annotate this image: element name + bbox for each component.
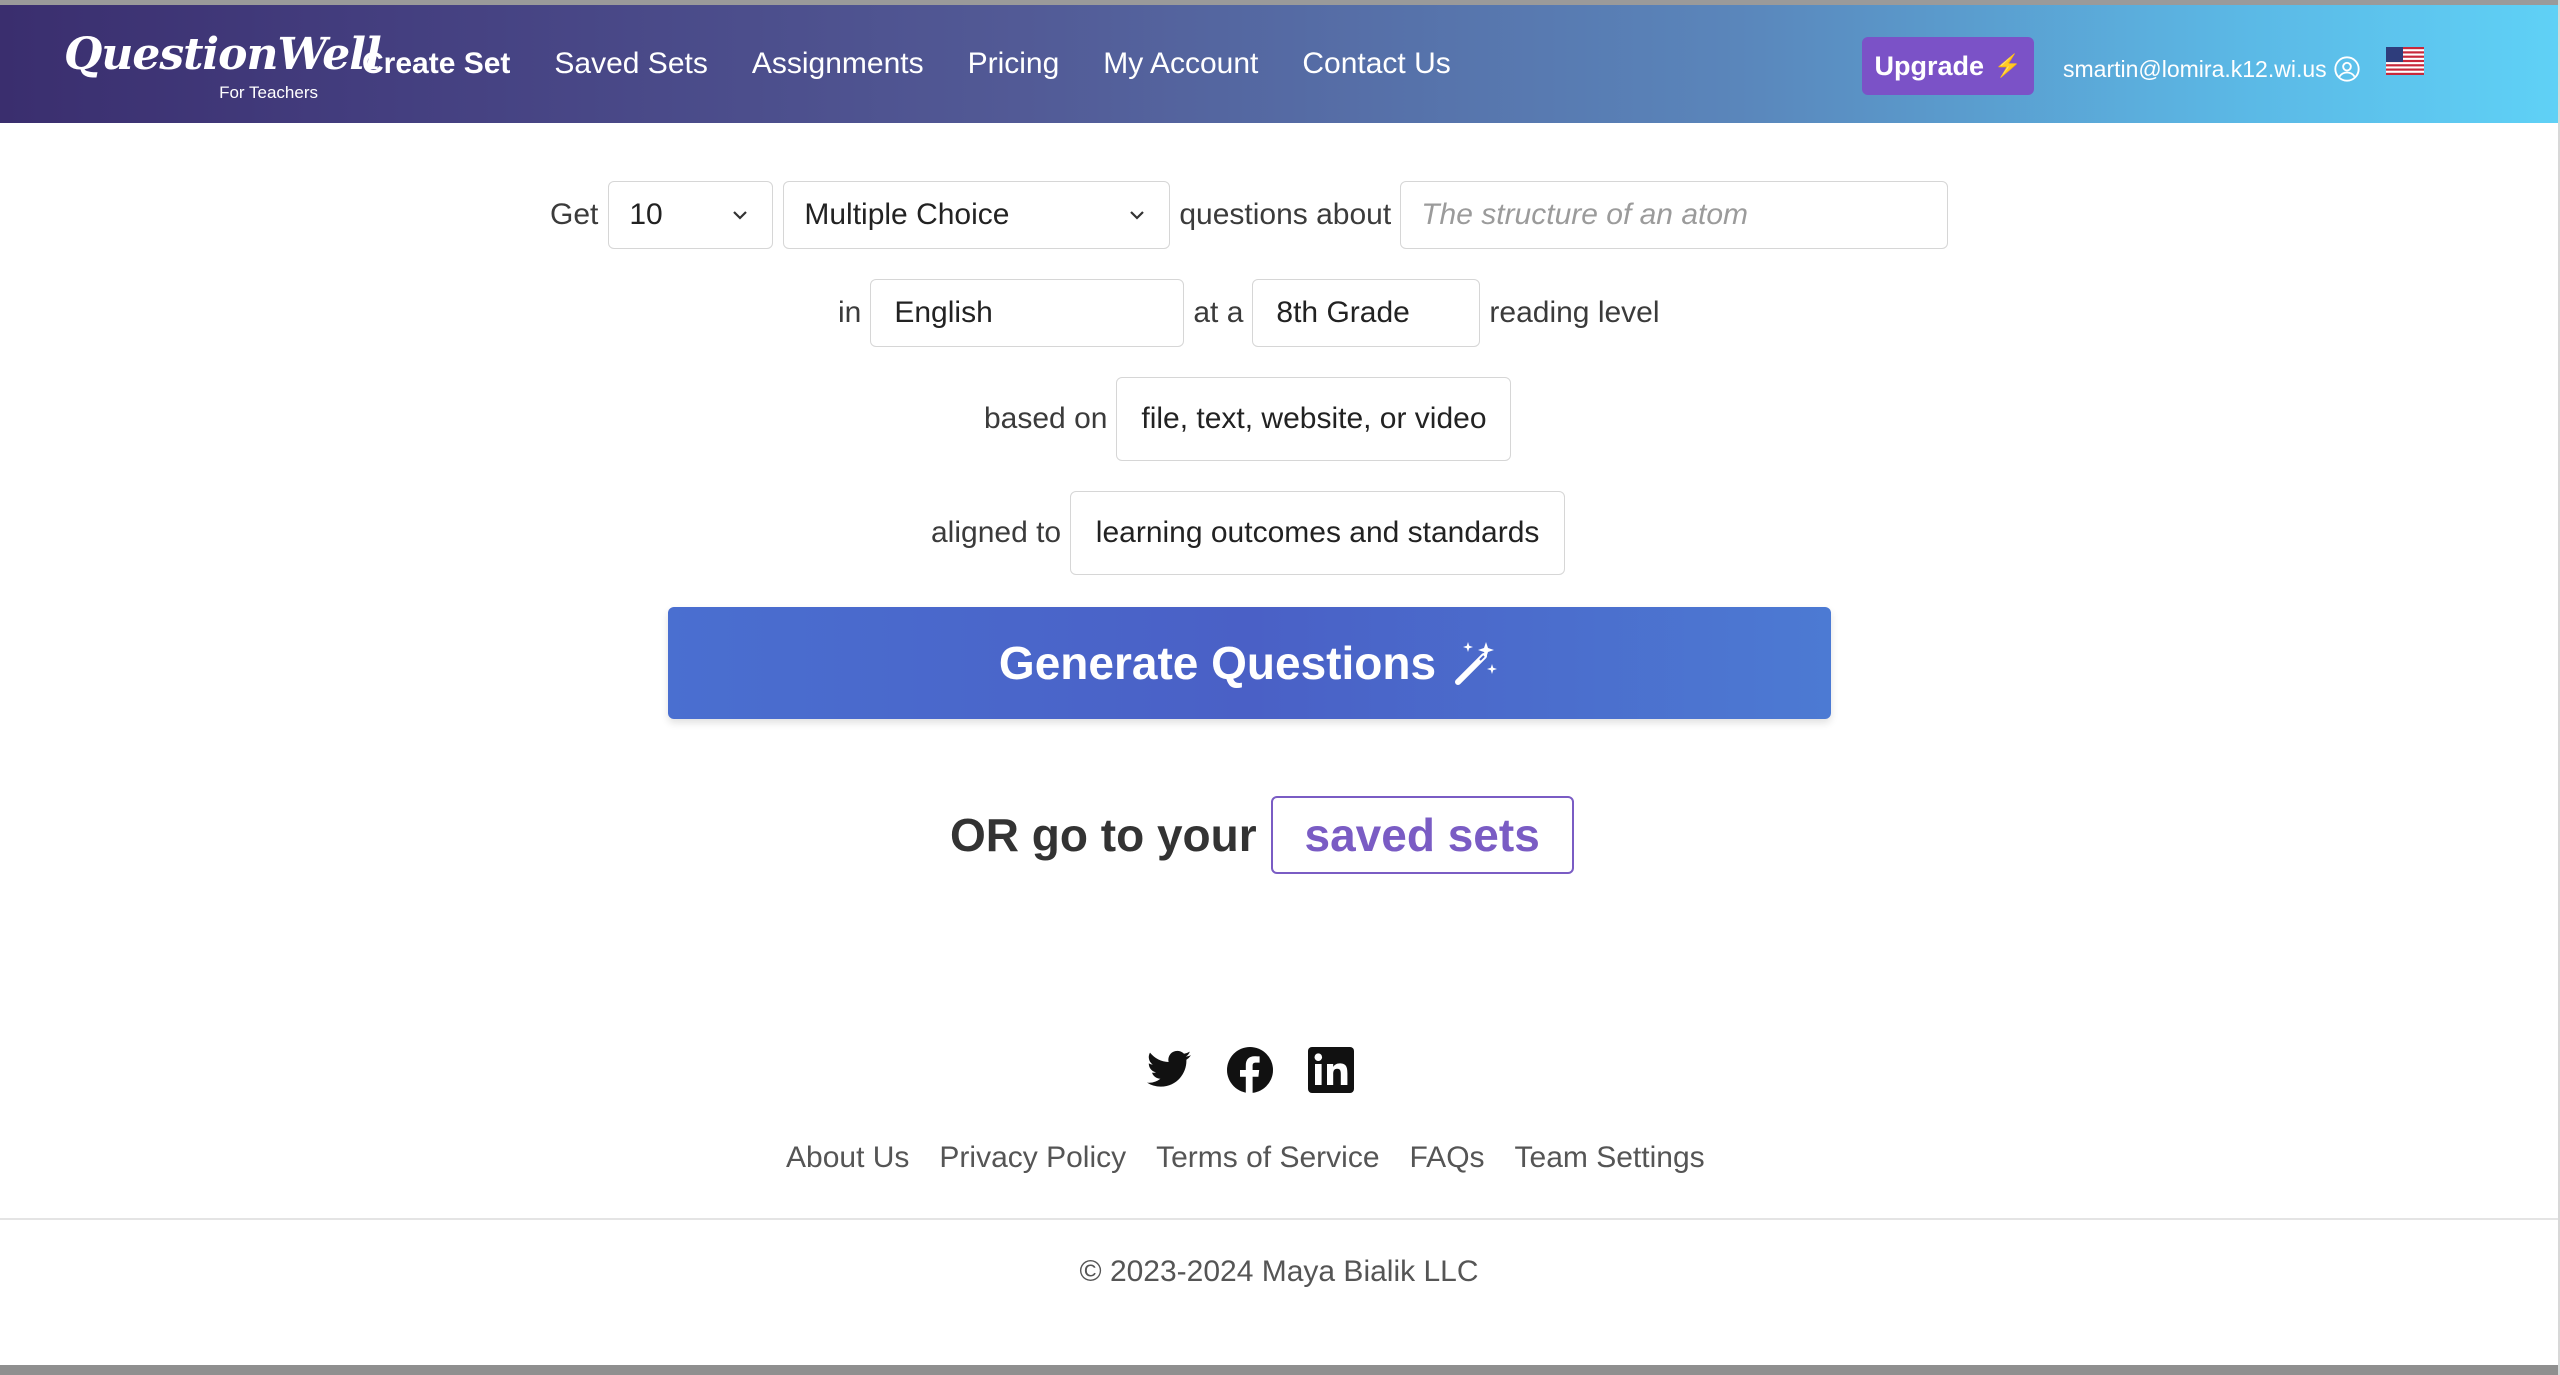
window-bottom-edge [0,1365,2560,1375]
nav-assignments[interactable]: Assignments [752,47,924,81]
at-a-label: at a [1193,296,1244,329]
lightning-icon: ⚡ [1994,53,2022,78]
nav-links: Create Set Saved Sets Assignments Pricin… [362,5,1495,123]
user-account[interactable]: smartin@lomira.k12.wi.us [2063,49,2361,89]
linkedin-icon[interactable] [1307,1046,1355,1094]
nav-pricing[interactable]: Pricing [968,47,1060,81]
nav-contact-us[interactable]: Contact Us [1302,47,1450,81]
topic-placeholder: The structure of an atom [1421,198,1749,231]
footer-about-us[interactable]: About Us [786,1141,909,1175]
count-select[interactable]: 10 [608,181,774,249]
grade-input[interactable]: 8th Grade [1252,279,1481,347]
topic-input[interactable]: The structure of an atom [1400,181,1949,249]
saved-sets-row: OR go to your saved sets [950,795,1574,875]
source-button[interactable]: file, text, website, or video [1116,377,1512,461]
upgrade-label: Upgrade [1874,50,1985,81]
upgrade-button[interactable]: Upgrade ⚡ [1862,37,2034,95]
form-row-source: based on file, text, website, or video [984,377,1512,461]
grade-value: 8th Grade [1276,296,1410,329]
in-label: in [838,296,862,329]
nav-saved-sets[interactable]: Saved Sets [554,47,707,81]
language-value: English [894,296,993,329]
user-email: smartin@lomira.k12.wi.us [2063,55,2327,82]
footer-terms-of-service[interactable]: Terms of Service [1156,1141,1379,1175]
footer-team-settings[interactable]: Team Settings [1515,1141,1705,1175]
form-row-standards: aligned to learning outcomes and standar… [931,491,1566,575]
aligned-to-label: aligned to [931,516,1062,549]
us-flag-icon[interactable] [2386,47,2424,75]
chevron-down-icon [1130,211,1145,220]
form-row-count: Get 10 Multiple Choice questions about T… [550,181,1949,249]
chevron-down-icon [733,211,748,220]
logo[interactable]: QuestionWell For Teachers [64,29,382,111]
logo-text: QuestionWell [64,29,382,80]
social-links [1145,1045,1355,1095]
or-text: OR go to your [950,809,1257,861]
browser-viewport: QuestionWell For Teachers Create Set Sav… [0,5,2558,1365]
form-row-language: in English at a 8th Grade reading level [838,279,1660,347]
twitter-icon[interactable] [1145,1046,1193,1094]
generate-button-label: Generate Questions [998,637,1437,689]
questions-about-label: questions about [1179,198,1392,231]
reading-level-label: reading level [1489,296,1660,329]
footer-links: About Us Privacy Policy Terms of Service… [786,1135,1705,1180]
nav-create-set[interactable]: Create Set [362,47,510,81]
standards-button-label: learning outcomes and standards [1095,516,1540,549]
question-type-select[interactable]: Multiple Choice [783,181,1171,249]
copyright: © 2023-2024 Maya Bialik LLC [1079,1255,1479,1288]
logo-subtitle: For Teachers [219,83,318,102]
magic-wand-icon [1455,642,1498,685]
saved-sets-button[interactable]: saved sets [1270,796,1574,874]
user-circle-icon [2334,56,2360,82]
source-button-label: file, text, website, or video [1141,402,1487,435]
get-label: Get [550,198,599,231]
generate-questions-button[interactable]: Generate Questions [668,607,1831,719]
language-input[interactable]: English [870,279,1185,347]
facebook-icon[interactable] [1226,1046,1274,1094]
footer-privacy-policy[interactable]: Privacy Policy [939,1141,1126,1175]
based-on-label: based on [984,402,1108,435]
footer-faqs[interactable]: FAQs [1410,1141,1485,1175]
nav-my-account[interactable]: My Account [1103,47,1258,81]
navbar: QuestionWell For Teachers Create Set Sav… [0,5,2558,123]
footer-divider [0,1218,2558,1220]
standards-button[interactable]: learning outcomes and standards [1070,491,1566,575]
saved-sets-label: saved sets [1304,809,1540,861]
question-type-value: Multiple Choice [804,198,1010,231]
count-value: 10 [629,198,663,231]
